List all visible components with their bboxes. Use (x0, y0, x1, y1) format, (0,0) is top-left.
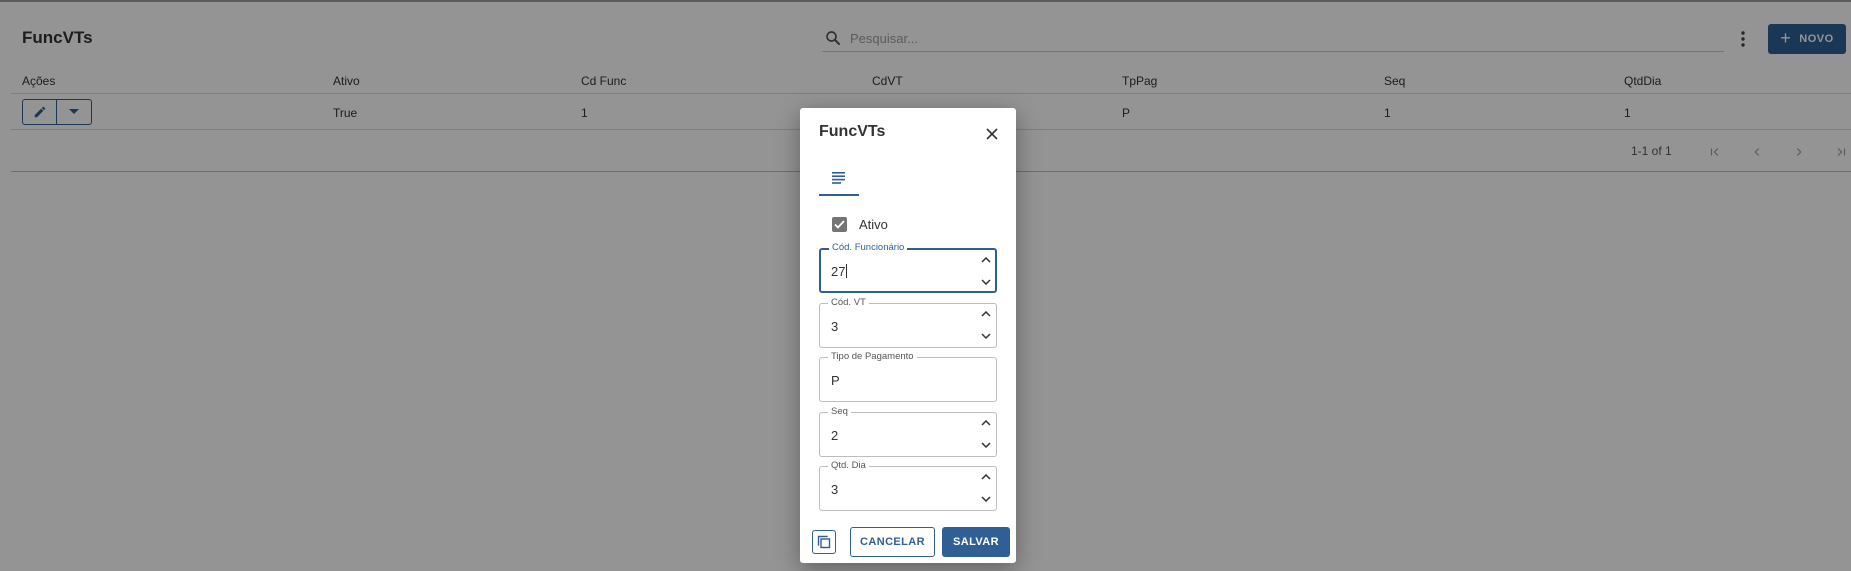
cod-funcionario-decrement[interactable] (980, 277, 992, 287)
tipo-pagamento-label: Tipo de Pagamento (828, 351, 917, 363)
qtd-dia-field[interactable]: Qtd. Dia 3 (819, 460, 997, 511)
cod-vt-field[interactable]: Cód. VT 3 (819, 297, 997, 348)
lines-icon (832, 172, 845, 184)
ativo-checkbox-row[interactable]: Ativo (832, 215, 888, 233)
checkmark-icon (834, 219, 845, 229)
chevron-up-icon (981, 257, 991, 263)
seq-field[interactable]: Seq 2 (819, 406, 997, 457)
qtd-dia-decrement[interactable] (980, 494, 992, 504)
cod-vt-decrement[interactable] (980, 331, 992, 341)
qtd-dia-input[interactable]: 3 (831, 482, 838, 497)
cod-vt-label: Cód. VT (828, 297, 869, 309)
close-icon (986, 128, 998, 140)
chevron-down-icon (981, 496, 991, 502)
tipo-pagamento-input[interactable]: P (831, 373, 840, 388)
copy-button[interactable] (812, 530, 836, 554)
ativo-checkbox-label: Ativo (859, 216, 888, 232)
chevron-up-icon (981, 311, 991, 317)
seq-decrement[interactable] (980, 440, 992, 450)
tab-form[interactable] (819, 170, 859, 196)
chevron-up-icon (981, 474, 991, 480)
save-button[interactable]: SALVAR (942, 527, 1010, 557)
copy-icon (817, 535, 831, 549)
seq-label: Seq (828, 406, 851, 418)
close-button[interactable] (982, 124, 1002, 144)
chevron-down-icon (981, 279, 991, 285)
cod-vt-increment[interactable] (980, 309, 992, 319)
qtd-dia-label: Qtd. Dia (828, 460, 869, 472)
seq-input[interactable]: 2 (831, 428, 838, 443)
cod-funcionario-field[interactable]: Cód. Funcionário 27 (819, 242, 997, 293)
edit-dialog: FuncVTs Ativo Cód. Funcionário 27 Cód. V… (800, 108, 1016, 563)
chevron-up-icon (981, 420, 991, 426)
ativo-checkbox[interactable] (832, 216, 847, 232)
dialog-footer: CANCELAR SALVAR (812, 527, 1010, 557)
cancel-button[interactable]: CANCELAR (850, 527, 935, 557)
chevron-down-icon (981, 442, 991, 448)
seq-increment[interactable] (980, 418, 992, 428)
cod-funcionario-label: Cód. Funcionário (829, 242, 908, 254)
cod-vt-input[interactable]: 3 (831, 319, 838, 334)
cod-funcionario-increment[interactable] (980, 255, 992, 265)
cod-funcionario-input[interactable]: 27 (831, 264, 848, 279)
dialog-title: FuncVTs (819, 123, 886, 140)
tipo-pagamento-field[interactable]: Tipo de Pagamento P (819, 351, 997, 402)
text-cursor (846, 264, 848, 278)
qtd-dia-increment[interactable] (980, 472, 992, 482)
chevron-down-icon (981, 333, 991, 339)
cod-funcionario-value: 27 (831, 264, 846, 279)
